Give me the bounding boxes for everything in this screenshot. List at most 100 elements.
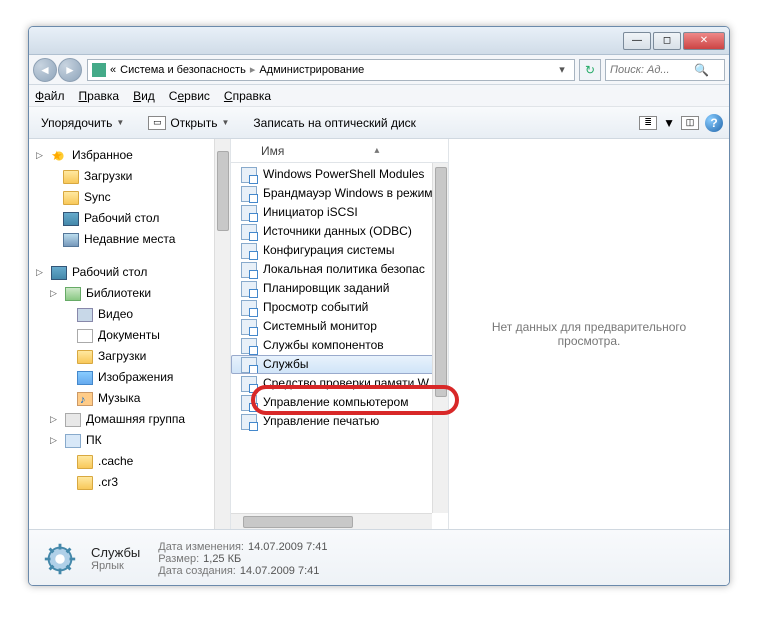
organize-button[interactable]: Упорядочить▼ [35,113,130,133]
menu-help[interactable]: Справка [224,89,271,103]
sidebar-item-video[interactable]: Видео [31,304,228,325]
sidebar-item-cr3[interactable]: .cr3 [31,472,228,493]
preview-pane-button[interactable]: ◫ [681,116,699,130]
search-icon: 🔍 [694,63,709,77]
minimize-button[interactable]: — [623,32,651,50]
file-row[interactable]: Источники данных (ODBC) [231,222,448,241]
recent-icon [63,233,79,247]
file-name: Управление печатью [263,413,379,430]
file-name: Средство проверки памяти W [263,375,429,392]
shield-icon [92,63,106,77]
menu-view[interactable]: Вид [133,89,155,103]
sidebar-item-pictures[interactable]: Изображения [31,367,228,388]
file-row[interactable]: Локальная политика безопас [231,260,448,279]
file-row[interactable]: Инициатор iSCSI [231,203,448,222]
sidebar-desktop-root[interactable]: ▷Рабочий стол [31,262,228,283]
forward-button[interactable]: ► [58,58,82,82]
folder-icon [77,476,93,490]
details-name: Службы [91,545,140,560]
date-created-value: 14.07.2009 7:41 [240,565,320,577]
folder-icon [77,350,93,364]
music-icon [77,392,93,406]
sidebar-item-recent[interactable]: Недавние места [31,229,228,250]
file-row[interactable]: Системный монитор [231,317,448,336]
burn-button[interactable]: Записать на оптический диск [247,113,422,133]
sidebar-homegroup[interactable]: ▷Домашняя группа [31,409,228,430]
sidebar-item-cache[interactable]: .cache [31,451,228,472]
sidebar-pc[interactable]: ▷ПК [31,430,228,451]
date-modified-label: Дата изменения: [158,541,244,553]
address-bar: ◄ ► « Система и безопасность ▸ Администр… [29,55,729,85]
refresh-button[interactable]: ↻ [579,59,601,81]
file-row[interactable]: Управление печатью [231,412,448,431]
sidebar-libraries[interactable]: ▷Библиотеки [31,283,228,304]
column-header-name[interactable]: Имя ▴ [231,139,448,163]
picture-icon [77,371,93,385]
preview-empty-text: Нет данных для предварительного просмотр… [461,320,717,348]
sidebar-item-desktop[interactable]: Рабочий стол [31,208,228,229]
date-created-label: Дата создания: [158,565,236,577]
folder-icon [63,170,79,184]
menu-edit[interactable]: Правка [79,89,120,103]
file-name: Конфигурация системы [263,242,394,259]
file-row[interactable]: Управление компьютером [231,393,448,412]
sidebar-scrollbar[interactable] [214,139,230,529]
file-row[interactable]: Планировщик заданий [231,279,448,298]
sidebar-item-documents[interactable]: Документы [31,325,228,346]
file-row[interactable]: Конфигурация системы [231,241,448,260]
shortcut-icon [241,224,257,240]
shortcut-icon [241,376,257,392]
size-value: 1,25 КБ [203,553,241,565]
shortcut-icon [241,414,257,430]
size-label: Размер: [158,553,199,565]
help-icon[interactable]: ? [705,114,723,132]
shortcut-icon [241,167,257,183]
sidebar-item-music[interactable]: Музыка [31,388,228,409]
breadcrumb-part2[interactable]: Администрирование [259,64,364,76]
file-name: Локальная политика безопас [263,261,425,278]
file-row[interactable]: Средство проверки памяти W [231,374,448,393]
sidebar-item-downloads[interactable]: Загрузки [31,166,228,187]
explorer-window: — ◻ ✕ ◄ ► « Система и безопасность ▸ Адм… [28,26,730,586]
open-icon: ▭ [148,116,166,130]
filelist-hscrollbar[interactable] [231,513,432,529]
file-name: Службы [263,356,308,373]
file-row[interactable]: Службы компонентов [231,336,448,355]
open-button[interactable]: ▭ Открыть▼ [142,113,235,133]
file-name: Системный монитор [263,318,377,335]
content-area: Имя ▴ Windows PowerShell ModulesБрандмау… [231,139,729,529]
shortcut-icon [241,300,257,316]
view-mode-button[interactable]: ≣ [639,116,657,130]
sidebar-item-downloads[interactable]: Загрузки [31,346,228,367]
file-name: Инициатор iSCSI [263,204,358,221]
shortcut-icon [241,395,257,411]
file-row[interactable]: Службы [231,355,448,374]
search-field[interactable]: 🔍 [605,59,725,81]
file-row[interactable]: Windows PowerShell Modules [231,165,448,184]
search-input[interactable] [610,64,690,76]
chevron-right-icon: ▸ [250,63,256,76]
maximize-button[interactable]: ◻ [653,32,681,50]
video-icon [77,308,93,322]
sidebar-item-sync[interactable]: Sync [31,187,228,208]
back-button[interactable]: ◄ [33,58,57,82]
titlebar: — ◻ ✕ [29,27,729,55]
sidebar-favorites[interactable]: ▷Избранное [31,145,228,166]
library-icon [65,287,81,301]
file-row[interactable]: Брандмауэр Windows в режим [231,184,448,203]
menu-file[interactable]: Файл [35,89,65,103]
chevron-down-icon[interactable]: ▾ [554,63,570,76]
filelist-vscrollbar[interactable] [432,163,448,513]
file-row[interactable]: Просмотр событий [231,298,448,317]
breadcrumb-part1[interactable]: Система и безопасность [120,64,246,76]
command-bar: Упорядочить▼ ▭ Открыть▼ Записать на опти… [29,107,729,139]
breadcrumb[interactable]: « Система и безопасность ▸ Администриров… [87,59,575,81]
chevron-down-icon[interactable]: ▼ [663,116,675,130]
close-button[interactable]: ✕ [683,32,725,50]
shortcut-icon [241,186,257,202]
star-icon [51,149,67,163]
date-modified-value: 14.07.2009 7:41 [248,541,328,553]
file-name: Службы компонентов [263,337,384,354]
menu-tools[interactable]: Сервис [169,89,210,103]
shortcut-icon [241,281,257,297]
